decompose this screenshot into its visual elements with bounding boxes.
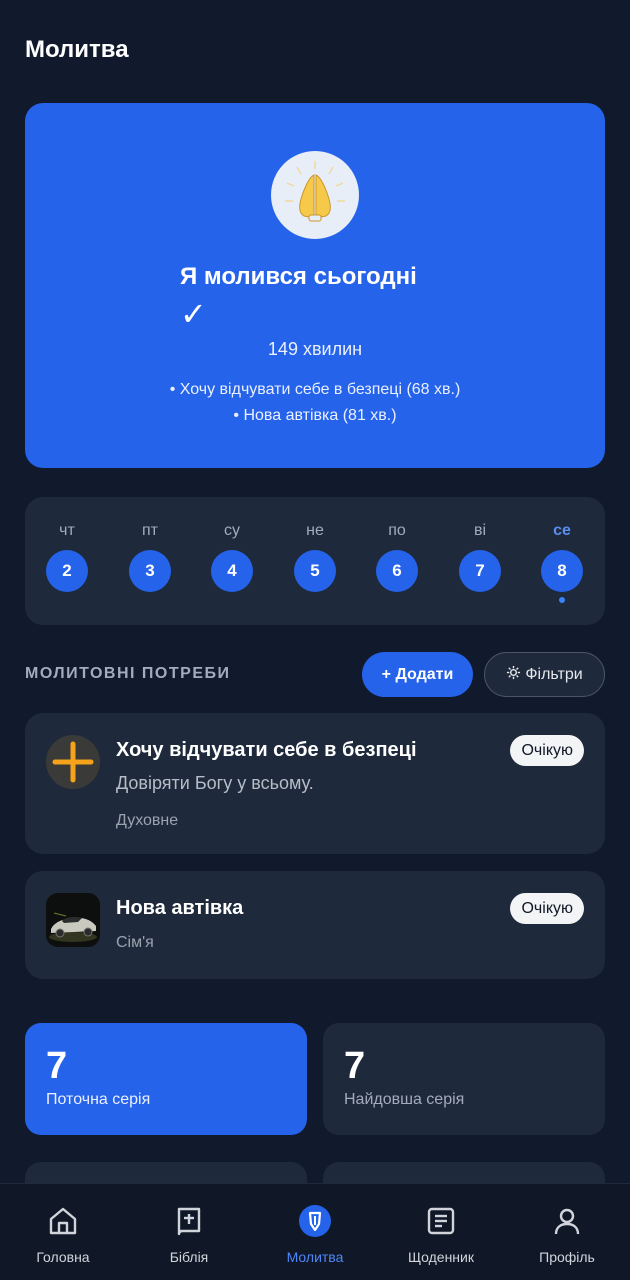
bottom-navigation: Головна Біблія Молитва Щоденник Профіль bbox=[0, 1183, 630, 1280]
prayer-breakdown: • Хочу відчувати себе в безпеці (68 хв.)… bbox=[25, 377, 605, 429]
check-icon: ✓ bbox=[180, 296, 207, 332]
nav-label: Молитва bbox=[286, 1249, 344, 1265]
need-title: Нова автівка bbox=[116, 897, 244, 919]
nav-journal[interactable]: Щоденник bbox=[378, 1184, 504, 1280]
nav-label: Біблія bbox=[169, 1249, 209, 1265]
nav-bible[interactable]: Біблія bbox=[126, 1184, 252, 1280]
car-photo bbox=[46, 893, 100, 947]
day-tue[interactable]: ві 7 bbox=[450, 497, 510, 625]
filters-label: Фільтри bbox=[525, 665, 583, 683]
filters-button[interactable]: Фільтри bbox=[484, 652, 605, 697]
gear-icon bbox=[506, 665, 521, 685]
plus-icon bbox=[46, 735, 100, 789]
current-streak-card: 7 Поточна серія bbox=[25, 1023, 307, 1135]
nav-label: Головна bbox=[36, 1249, 90, 1265]
status-badge: Очікую bbox=[510, 893, 584, 924]
day-label: чт bbox=[59, 522, 75, 539]
day-number: 2 bbox=[46, 550, 88, 592]
day-fri[interactable]: пт 3 bbox=[120, 497, 180, 625]
week-calendar: чт 2 пт 3 су 4 не 5 по 6 ві 7 се 8 bbox=[25, 497, 605, 625]
day-mon[interactable]: по 6 bbox=[367, 497, 427, 625]
add-need-button[interactable]: + Додати bbox=[362, 652, 473, 697]
day-number: 7 bbox=[459, 550, 501, 592]
day-label: ві bbox=[473, 522, 487, 539]
need-title: Хочу відчувати себе в безпеці bbox=[116, 739, 417, 761]
prayer-need-card[interactable]: Хочу відчувати себе в безпеці Довіряти Б… bbox=[25, 713, 605, 854]
prayed-today-card[interactable]: Я молився сьогодні ✓ 149 хвилин • Хочу в… bbox=[25, 103, 605, 468]
day-number: 5 bbox=[294, 550, 336, 592]
nav-home[interactable]: Головна bbox=[0, 1184, 126, 1280]
day-number: 4 bbox=[211, 550, 253, 592]
need-description: Довіряти Богу у всьому. bbox=[116, 773, 314, 793]
prayer-need-card[interactable]: Нова автівка Сім'я Очікую bbox=[25, 871, 605, 979]
praying-hands-icon bbox=[271, 151, 359, 239]
home-icon bbox=[46, 1204, 80, 1238]
need-category: Духовне bbox=[116, 812, 179, 829]
day-number: 6 bbox=[376, 550, 418, 592]
day-sat[interactable]: су 4 bbox=[202, 497, 262, 625]
day-wed-today[interactable]: се 8 bbox=[532, 497, 592, 625]
day-thu[interactable]: чт 2 bbox=[37, 497, 97, 625]
day-number: 3 bbox=[129, 550, 171, 592]
status-badge: Очікую bbox=[510, 735, 584, 766]
day-label: су bbox=[224, 522, 240, 539]
day-label: по bbox=[388, 522, 406, 539]
longest-streak-value: 7 bbox=[344, 1045, 366, 1087]
longest-streak-card: 7 Найдовша серія bbox=[323, 1023, 605, 1135]
journal-icon bbox=[424, 1204, 458, 1238]
day-number: 8 bbox=[541, 550, 583, 592]
nav-profile[interactable]: Профіль bbox=[504, 1184, 630, 1280]
total-minutes: 149 хвилин bbox=[267, 339, 363, 359]
current-streak-label: Поточна серія bbox=[46, 1091, 151, 1108]
day-sun[interactable]: не 5 bbox=[285, 497, 345, 625]
today-indicator bbox=[559, 597, 565, 603]
breakdown-line: • Хочу відчувати себе в безпеці (68 хв.) bbox=[169, 381, 461, 398]
need-category: Сім'я bbox=[116, 934, 154, 951]
bible-icon bbox=[172, 1204, 206, 1238]
profile-icon bbox=[550, 1204, 584, 1238]
page-title: Молитва bbox=[25, 36, 129, 63]
nav-label: Профіль bbox=[539, 1249, 595, 1265]
nav-prayer[interactable]: Молитва bbox=[252, 1184, 378, 1280]
current-streak-value: 7 bbox=[46, 1045, 68, 1087]
hero-title: Я молився сьогодні bbox=[180, 263, 417, 290]
nav-label: Щоденник bbox=[408, 1249, 474, 1265]
prayer-shield-icon bbox=[298, 1204, 332, 1238]
day-label: не bbox=[306, 522, 324, 539]
breakdown-line: • Нова автівка (81 хв.) bbox=[233, 407, 397, 424]
section-title: МОЛИТОВНІ ПОТРЕБИ bbox=[25, 665, 231, 682]
longest-streak-label: Найдовша серія bbox=[344, 1091, 465, 1108]
day-label: се bbox=[553, 522, 571, 539]
day-label: пт bbox=[142, 522, 158, 539]
